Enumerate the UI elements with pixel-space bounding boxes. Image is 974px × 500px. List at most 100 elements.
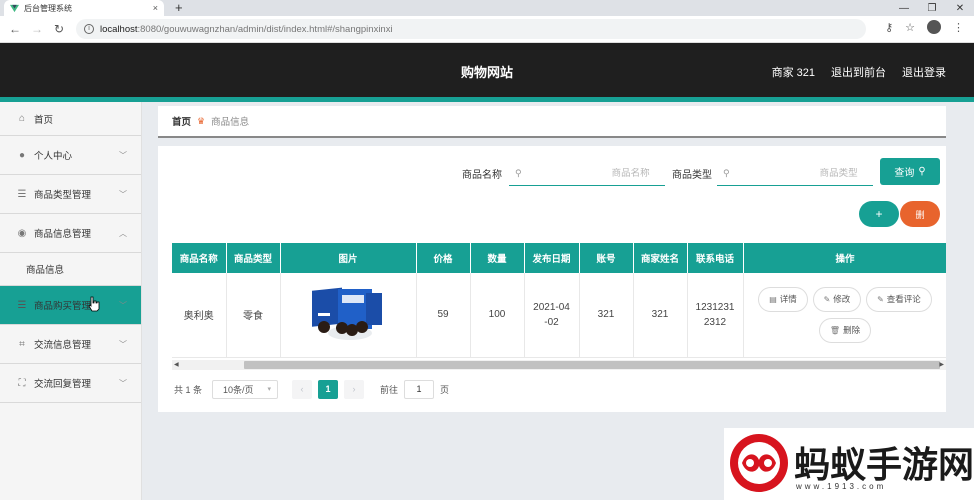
breadcrumb-separator-icon: ♛ (197, 115, 206, 126)
edit-icon: ✎ (877, 294, 884, 304)
location-icon: ◉ (17, 227, 27, 239)
sidebar-item-exchange-info[interactable]: ⌗ 交流信息管理 ﹀ (0, 325, 141, 364)
scrollbar-thumb[interactable] (244, 361, 940, 369)
sidebar-item-profile[interactable]: ● 个人中心 ﹀ (0, 136, 141, 175)
back-to-front-link[interactable]: 退出到前台 (831, 64, 886, 80)
cell-image (280, 273, 417, 358)
sidebar: ⌂ 首页 ● 个人中心 ﹀ ☰ 商品类型管理 ﹀ ◉ 商品信息管理 ︿ 商品信息… (0, 102, 142, 500)
column-header[interactable]: 数量 (470, 243, 525, 273)
fullscreen-icon: ⛶ (18, 377, 26, 389)
sidebar-item-exchange-reply[interactable]: ⛶ 交流回复管理 ﹀ (0, 364, 141, 403)
tab-title: 后台管理系统 (24, 3, 72, 13)
chevron-up-icon: ︿ (119, 228, 127, 238)
star-icon[interactable]: ☆ (905, 21, 915, 34)
product-name-field[interactable]: ⚲ (509, 162, 665, 186)
info-icon[interactable]: i (84, 24, 94, 34)
sidebar-item-purchase[interactable]: ☰ 商品购买管理 ﹀ (0, 286, 141, 325)
hand-cursor-icon (88, 296, 100, 312)
product-name-input[interactable] (521, 168, 658, 179)
page-number-current[interactable]: 1 (318, 379, 339, 399)
column-header[interactable]: 商品名称 (172, 243, 227, 273)
table-row: 奥利奥 零食 59 100 2021-04 -02 321 321 123123… (172, 273, 946, 358)
sidebar-subitem-product-info[interactable]: 商品信息 (0, 253, 141, 286)
menu-icon: ☰ (17, 188, 27, 200)
home-icon: ⌂ (18, 113, 26, 124)
prev-page-button[interactable]: ‹ (292, 379, 313, 399)
product-type-field[interactable]: ⚲ (717, 162, 873, 186)
horizontal-scrollbar[interactable]: ◀ ▶ (172, 360, 946, 370)
back-icon[interactable]: ← (4, 22, 26, 36)
cell-quantity: 100 (470, 273, 525, 358)
watermark-url: www.1913.com (796, 482, 887, 491)
view-reviews-button[interactable]: ✎ 查看评论 (866, 286, 932, 312)
cell-product-type: 零食 (226, 273, 281, 358)
product-table: 商品名称 商品类型 图片 价格 数量 发布日期 账号 商家姓名 联系电话 操作 … (172, 243, 946, 366)
column-header[interactable]: 联系电话 (687, 243, 744, 273)
logout-link[interactable]: 退出登录 (902, 64, 946, 80)
content-panel: 商品名称 ⚲ 商品类型 ⚲ 查询 ⚲ + 删 商品名称 商品类型 图片 (158, 146, 946, 412)
app-header: 购物网站 商家 321 退出到前台 退出登录 (0, 43, 974, 97)
product-type-input[interactable] (729, 168, 866, 179)
column-header[interactable]: 图片 (280, 243, 417, 273)
browser-tab[interactable]: 后台管理系统 × (4, 0, 164, 16)
forward-icon[interactable]: → (26, 22, 48, 36)
scroll-right-icon[interactable]: ▶ (939, 360, 944, 370)
batch-delete-button[interactable]: 删 (900, 201, 940, 227)
cell-merchant: 321 (633, 273, 688, 358)
current-user: 商家 321 (771, 67, 815, 79)
table-header-row: 商品名称 商品类型 图片 价格 数量 发布日期 账号 商家姓名 联系电话 操作 (172, 243, 946, 273)
header-accent-bar (0, 97, 974, 102)
column-header[interactable]: 发布日期 (524, 243, 580, 273)
watermark-text: 蚂蚁手游网 (794, 445, 974, 486)
sidebar-item-home[interactable]: ⌂ 首页 (0, 102, 141, 136)
tab-close-icon[interactable]: × (153, 3, 158, 13)
edit-button[interactable]: ✎ 修改 (812, 286, 862, 312)
more-menu-icon[interactable]: ⋮ (953, 21, 964, 34)
goto-page-input[interactable]: 1 (404, 379, 435, 399)
breadcrumb-home[interactable]: 首页 (172, 114, 191, 128)
column-header[interactable]: 价格 (416, 243, 471, 273)
reload-icon[interactable]: ↻ (48, 22, 70, 36)
browser-tabbar: 后台管理系统 × + — ❐ ✕ (0, 0, 974, 16)
column-header[interactable]: 商家姓名 (633, 243, 688, 273)
document-icon: ▤ (769, 294, 777, 304)
add-button[interactable]: + (859, 201, 899, 227)
trash-icon: 🗑 (829, 325, 841, 335)
product-name-label: 商品名称 (462, 170, 502, 181)
address-bar: ← → ↻ i localhost:8080/gouwuwagnzhan/adm… (0, 16, 974, 43)
profile-avatar-icon[interactable] (927, 20, 941, 34)
detail-button[interactable]: ▤ 详情 (758, 286, 808, 312)
page-unit-label: 页 (440, 384, 450, 395)
user-icon: ● (18, 149, 26, 161)
cell-date: 2021-04 -02 (524, 273, 580, 358)
column-header[interactable]: 账号 (579, 243, 634, 273)
column-header[interactable]: 商品类型 (226, 243, 281, 273)
minimize-icon[interactable]: — (890, 0, 918, 16)
menu-icon: ☰ (17, 299, 27, 311)
delete-button[interactable]: 🗑 删除 (818, 317, 872, 343)
scroll-left-icon[interactable]: ◀ (174, 360, 179, 370)
watermark-logo (730, 434, 788, 492)
sidebar-item-product-info[interactable]: ◉ 商品信息管理 ︿ (0, 214, 141, 253)
key-icon[interactable]: ⚷ (885, 21, 893, 34)
url-field[interactable]: i localhost:8080/gouwuwagnzhan/admin/dis… (76, 19, 866, 39)
new-tab-button[interactable]: + (175, 0, 183, 15)
cell-phone: 1231231 2312 (687, 273, 744, 358)
chevron-down-icon: ▾ (267, 386, 272, 393)
url-text: localhost:8080/gouwuwagnzhan/admin/dist/… (100, 23, 393, 35)
query-button[interactable]: 查询 ⚲ (880, 158, 940, 185)
product-image (312, 287, 382, 341)
sidebar-item-product-type[interactable]: ☰ 商品类型管理 ﹀ (0, 175, 141, 214)
column-header: 操作 (743, 243, 946, 273)
total-count: 共 1 条 (174, 384, 203, 395)
restore-icon[interactable]: ❐ (918, 0, 946, 16)
watermark: 蚂蚁手游网 www.1913.com (724, 428, 974, 500)
breadcrumb-current: 商品信息 (211, 117, 250, 128)
page-size-select[interactable]: 10条/页 ▾ (212, 379, 279, 399)
cell-price: 59 (416, 273, 471, 358)
next-page-button[interactable]: › (344, 379, 365, 399)
window-close-icon[interactable]: ✕ (946, 0, 974, 16)
goto-label: 前往 (380, 384, 399, 395)
chevron-down-icon: ﹀ (119, 150, 127, 160)
chevron-down-icon: ﹀ (119, 189, 127, 199)
